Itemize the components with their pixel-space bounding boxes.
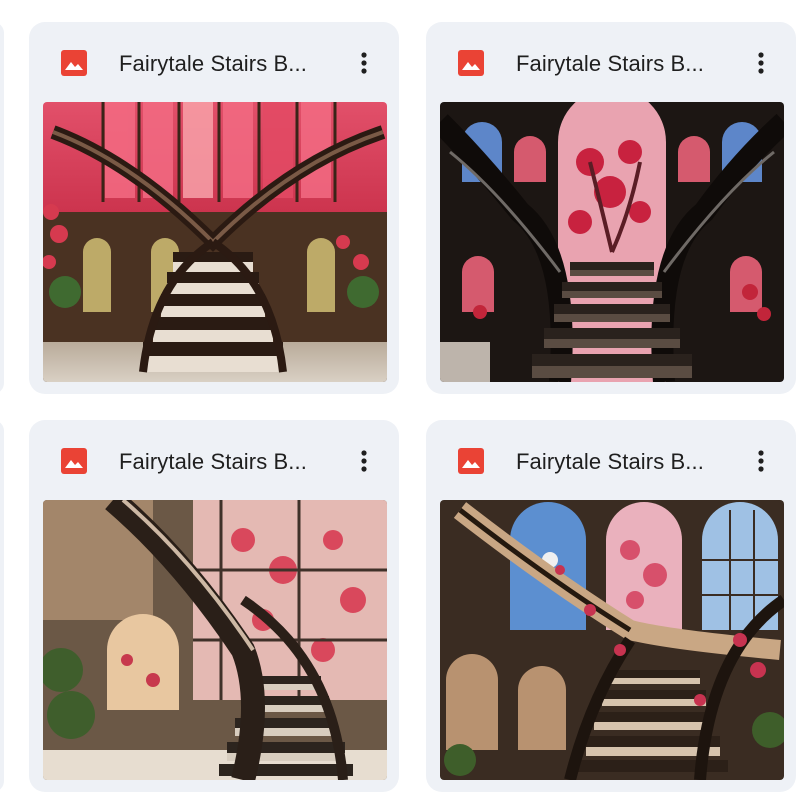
file-card-header: Fairytale Stairs B... [426, 420, 796, 500]
file-title[interactable]: Fairytale Stairs B... [119, 448, 329, 476]
more-options-button[interactable] [347, 444, 381, 478]
file-card[interactable]: Fairytale Stairs B... [29, 22, 399, 394]
more-vert-icon [361, 52, 367, 74]
file-title[interactable]: Fairytale Stairs B... [516, 448, 726, 476]
image-file-icon [61, 448, 87, 474]
file-card[interactable]: Fairytale Stairs B... [426, 420, 796, 792]
image-file-icon [458, 448, 484, 474]
image-file-icon [61, 50, 87, 76]
file-card-header: Fairytale Stairs B... [426, 22, 796, 102]
file-grid: Fairytale Stairs B... Fairytale Stairs B… [0, 0, 810, 800]
partial-file-card[interactable] [0, 420, 4, 792]
file-card[interactable]: Fairytale Stairs B... [426, 22, 796, 394]
more-vert-icon [758, 450, 764, 472]
partial-file-card[interactable] [0, 22, 4, 394]
more-options-button[interactable] [744, 46, 778, 80]
file-card-header: Fairytale Stairs B... [29, 420, 399, 500]
file-thumbnail[interactable] [43, 500, 387, 780]
file-thumbnail[interactable] [440, 500, 784, 780]
file-thumbnail[interactable] [440, 102, 784, 382]
file-card[interactable]: Fairytale Stairs B... [29, 420, 399, 792]
file-card-header: Fairytale Stairs B... [29, 22, 399, 102]
image-file-icon [458, 50, 484, 76]
file-thumbnail[interactable] [43, 102, 387, 382]
file-title[interactable]: Fairytale Stairs B... [516, 50, 726, 78]
file-title[interactable]: Fairytale Stairs B... [119, 50, 329, 78]
more-vert-icon [361, 450, 367, 472]
more-options-button[interactable] [347, 46, 381, 80]
more-vert-icon [758, 52, 764, 74]
more-options-button[interactable] [744, 444, 778, 478]
